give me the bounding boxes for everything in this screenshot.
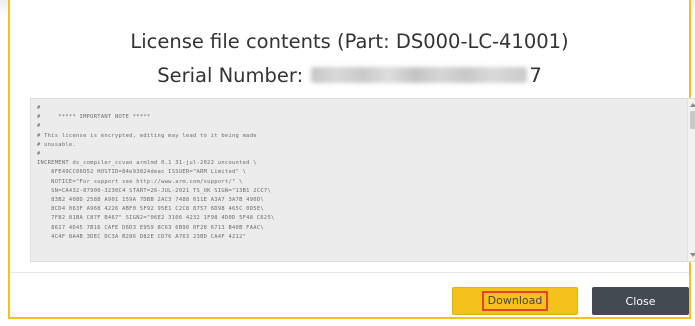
scrollbar[interactable] xyxy=(687,99,695,261)
serial-number-redacted xyxy=(311,67,528,83)
close-button-label: Close xyxy=(625,294,656,308)
license-text-area[interactable]: # # ***** IMPORTANT NOTE ***** # # This … xyxy=(30,98,695,262)
serial-number-label: Serial Number: xyxy=(157,64,304,87)
download-button-label: Download xyxy=(481,291,549,311)
serial-number-line: Serial Number: 7 xyxy=(10,64,689,87)
scroll-up-arrow-icon[interactable] xyxy=(690,103,695,107)
license-text: # # ***** IMPORTANT NOTE ***** # # This … xyxy=(37,105,275,240)
scroll-down-arrow-icon[interactable] xyxy=(690,253,695,257)
close-button[interactable]: Close xyxy=(592,287,689,315)
license-dialog: License file contents (Part: DS000-LC-41… xyxy=(8,0,695,319)
dialog-title: License file contents (Part: DS000-LC-41… xyxy=(130,30,569,53)
footer-divider xyxy=(10,272,689,273)
download-button[interactable]: Download xyxy=(452,287,578,315)
serial-number-suffix: 7 xyxy=(529,64,542,87)
scrollbar-thumb[interactable] xyxy=(690,111,695,129)
